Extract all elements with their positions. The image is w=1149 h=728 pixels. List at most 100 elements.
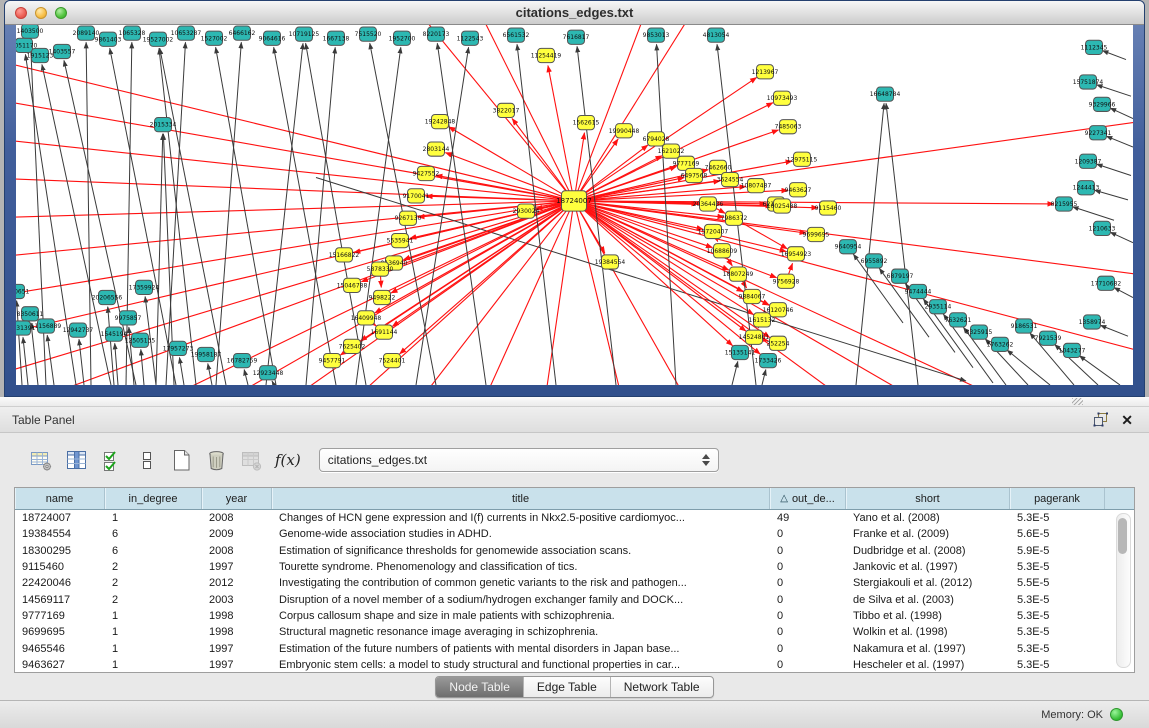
graph-node[interactable]: 1209387 xyxy=(1075,154,1102,168)
table-cell[interactable]: 1997 xyxy=(202,643,272,655)
column-header-title[interactable]: title xyxy=(272,488,770,509)
table-scrollbar[interactable] xyxy=(1116,513,1131,668)
graph-node[interactable]: 1527002 xyxy=(201,31,228,45)
citation-network-graph[interactable]: 1872400720511701915123140350014035572089… xyxy=(16,25,1133,385)
table-cell[interactable]: 5.9E-5 xyxy=(1010,545,1105,557)
graph-node[interactable]: 19527002 xyxy=(143,32,174,46)
table-cell[interactable]: 5.5E-5 xyxy=(1010,577,1105,589)
graph-node[interactable]: 15751874 xyxy=(1073,75,1104,89)
table-cell[interactable]: 2008 xyxy=(202,512,272,524)
table-row[interactable]: 946554611997Estimation of the future num… xyxy=(15,640,1134,656)
table-cell[interactable]: 5.3E-5 xyxy=(1010,626,1105,638)
table-cell[interactable]: 18300295 xyxy=(15,545,105,557)
graph-node[interactable]: 6561532 xyxy=(503,28,530,42)
graph-node[interactable]: 12923448 xyxy=(253,366,284,380)
delete-table-icon[interactable] xyxy=(201,446,231,474)
graph-node[interactable]: 15166822 xyxy=(329,248,360,262)
table-cell[interactable]: 2012 xyxy=(202,577,272,589)
float-window-icon[interactable] xyxy=(1093,412,1109,427)
table-cell[interactable]: Corpus callosum shape and size in male p… xyxy=(272,610,770,622)
graph-node[interactable]: 9170041 xyxy=(403,189,430,203)
graph-node[interactable]: 10688609 xyxy=(707,244,738,258)
graph-node[interactable]: 17359924 xyxy=(129,280,160,294)
graph-node[interactable]: 1733426 xyxy=(755,353,782,367)
graph-node[interactable]: 19958187 xyxy=(191,347,222,361)
table-cell[interactable]: Jankovic et al. (1997) xyxy=(846,561,1010,573)
network-canvas[interactable]: 1872400720511701915123140350014035572089… xyxy=(16,25,1133,385)
graph-node[interactable]: 9975857 xyxy=(115,311,142,325)
graph-node[interactable]: 19990448 xyxy=(609,124,640,138)
graph-node[interactable]: 9457791 xyxy=(319,353,346,367)
graph-node[interactable]: 7616817 xyxy=(563,30,590,44)
column-header-in_degree[interactable]: in_degree xyxy=(105,488,202,509)
splitter-grip-icon[interactable] xyxy=(1072,398,1083,405)
graph-node[interactable]: 16648784 xyxy=(870,87,901,101)
graph-node[interactable]: 1952700 xyxy=(389,31,416,45)
graph-node[interactable]: 15135141 xyxy=(725,345,756,359)
table-cell[interactable]: Estimation of significance thresholds fo… xyxy=(272,545,770,557)
graph-node[interactable]: 1403500 xyxy=(17,25,44,38)
graph-node[interactable]: 7485063 xyxy=(775,120,802,134)
table-cell[interactable]: Embryonic stem cells: a model to study s… xyxy=(272,659,770,671)
table-cell[interactable]: 1 xyxy=(105,512,202,524)
table-source-dropdown[interactable]: citations_edges.txt xyxy=(319,448,719,472)
graph-node[interactable]: 1667138 xyxy=(323,31,350,45)
table-row[interactable]: 946362711997Embryonic stem cells: a mode… xyxy=(15,657,1134,673)
toggle-column-icon[interactable] xyxy=(61,446,91,474)
table-cell[interactable]: 6 xyxy=(105,528,202,540)
graph-node[interactable]: 252254 xyxy=(767,336,790,350)
table-cell[interactable]: Dudbridge et al. (2008) xyxy=(846,545,1010,557)
graph-node[interactable]: 2520651 xyxy=(16,284,29,298)
graph-node[interactable]: 4813054 xyxy=(703,28,730,42)
graph-node[interactable]: 1112345 xyxy=(1081,40,1108,54)
table-cell[interactable]: Investigating the contribution of common… xyxy=(272,577,770,589)
graph-node[interactable]: 14524861 xyxy=(739,330,770,344)
table-cell[interactable]: Tourette syndrome. Phenomenology and cla… xyxy=(272,561,770,573)
close-window-icon[interactable] xyxy=(15,7,27,19)
table-cell[interactable]: Disruption of a novel member of a sodium… xyxy=(272,594,770,606)
graph-node[interactable]: 8215955 xyxy=(1051,197,1078,211)
table-row[interactable]: 1938455462009Genome-wide association stu… xyxy=(15,526,1134,542)
graph-node[interactable]: 9267130 xyxy=(395,211,422,225)
tab-network-table[interactable]: Network Table xyxy=(610,677,713,697)
table-cell[interactable]: 22420046 xyxy=(15,577,105,589)
table-cell[interactable]: 1 xyxy=(105,626,202,638)
table-cell[interactable]: 9777169 xyxy=(15,610,105,622)
table-cell[interactable]: Nakamura et al. (1997) xyxy=(846,643,1010,655)
table-scrollbar-thumb[interactable] xyxy=(1118,518,1127,554)
window-titlebar[interactable]: citations_edges.txt xyxy=(5,1,1144,25)
table-cell[interactable]: Changes of HCN gene expression and I(f) … xyxy=(272,512,770,524)
table-cell[interactable]: 0 xyxy=(770,626,846,638)
graph-node[interactable]: 3822017 xyxy=(493,103,520,117)
column-header-year[interactable]: year xyxy=(202,488,272,509)
table-cell[interactable]: Structural magnetic resonance image aver… xyxy=(272,626,770,638)
graph-node[interactable]: 2803144 xyxy=(423,142,450,156)
graph-node[interactable]: 9427552 xyxy=(413,166,440,180)
table-cell[interactable]: Stergiakouli et al. (2012) xyxy=(846,577,1010,589)
graph-node[interactable]: 7632621 xyxy=(945,313,972,327)
column-header-pagerank[interactable]: pagerank xyxy=(1010,488,1105,509)
table-cell[interactable]: 5.3E-5 xyxy=(1010,643,1105,655)
table-cell[interactable]: 9463627 xyxy=(15,659,105,671)
table-cell[interactable]: 5.3E-5 xyxy=(1010,512,1105,524)
table-cell[interactable]: 1997 xyxy=(202,561,272,573)
table-cell[interactable]: 1 xyxy=(105,659,202,671)
graph-node[interactable]: 15046788 xyxy=(337,278,368,292)
graph-node[interactable]: 2935114 xyxy=(925,300,952,314)
graph-node[interactable]: 9474444 xyxy=(905,284,932,298)
table-cell[interactable]: 5.3E-5 xyxy=(1010,610,1105,622)
graph-node[interactable]: 9329966 xyxy=(1089,97,1116,111)
table-settings-icon[interactable] xyxy=(26,446,56,474)
graph-node[interactable]: 18724007 xyxy=(556,191,592,211)
graph-node[interactable]: 16782759 xyxy=(227,353,258,367)
zoom-window-icon[interactable] xyxy=(55,7,67,19)
table-cell[interactable]: 6 xyxy=(105,545,202,557)
graph-node[interactable]: 9756928 xyxy=(773,274,800,288)
graph-node[interactable]: 9463627 xyxy=(785,183,812,197)
function-builder-icon[interactable]: f(x) xyxy=(275,451,301,469)
table-row[interactable]: 1456911722003Disruption of a novel membe… xyxy=(15,591,1134,607)
graph-node[interactable]: 6955892 xyxy=(861,254,888,268)
table-row[interactable]: 969969511998Structural magnetic resonanc… xyxy=(15,624,1134,640)
table-cell[interactable]: 0 xyxy=(770,545,846,557)
graph-node[interactable]: 9640954 xyxy=(835,240,862,254)
